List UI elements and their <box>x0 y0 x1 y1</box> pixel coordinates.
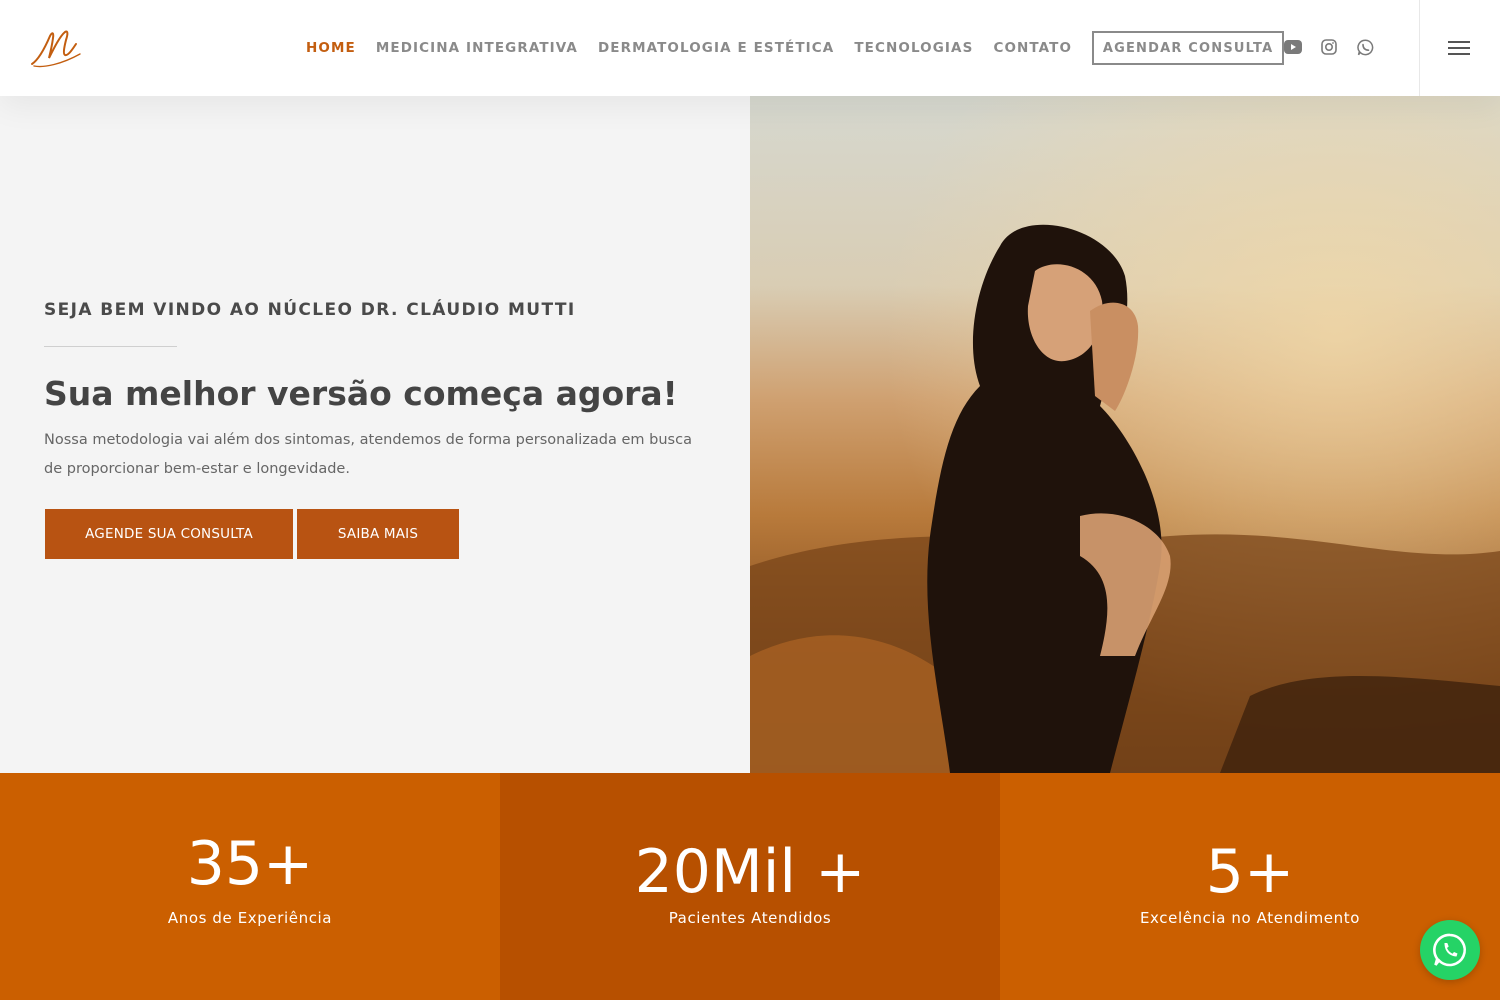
nav-item-tecnologias[interactable]: TECNOLOGIAS <box>854 40 973 56</box>
stat-value: 5+ <box>1205 837 1295 907</box>
hero-image <box>750 96 1500 773</box>
whatsapp-icon[interactable] <box>1354 36 1376 58</box>
schedule-appointment-button[interactable]: AGENDAR CONSULTA <box>1092 31 1285 65</box>
nav-item-home[interactable]: HOME <box>306 40 356 56</box>
learn-more-button[interactable]: SAIBA MAIS <box>297 509 459 559</box>
social-links <box>1282 36 1390 58</box>
youtube-icon[interactable] <box>1282 36 1304 58</box>
hero-title: Sua melhor versão começa agora! <box>44 374 678 413</box>
woman-in-hoodie-resting-at-sunset-photo <box>750 96 1500 773</box>
instagram-icon[interactable] <box>1318 36 1340 58</box>
hero-divider <box>44 346 177 347</box>
stat-patients-served: 20Mil + Pacientes Atendidos <box>500 773 1000 1000</box>
nav-item-medicina-integrativa[interactable]: MEDICINA INTEGRATIVA <box>376 40 578 56</box>
site-header: HOME MEDICINA INTEGRATIVA DERMATOLOGIA E… <box>0 0 1500 96</box>
hamburger-menu-icon[interactable] <box>1448 41 1470 55</box>
stat-years-experience: 35+ Anos de Experiência <box>0 773 500 1000</box>
stat-value: 35+ <box>186 829 314 899</box>
header-divider <box>1419 0 1420 96</box>
nav-item-contato[interactable]: CONTATO <box>993 40 1072 56</box>
stat-label: Excelência no Atendimento <box>1139 909 1360 927</box>
whatsapp-chat-icon[interactable] <box>1420 920 1480 980</box>
stat-label: Pacientes Atendidos <box>668 909 832 927</box>
book-consultation-button[interactable]: AGENDE SUA CONSULTA <box>45 509 293 559</box>
stat-label: Anos de Experiência <box>167 909 333 927</box>
logo[interactable] <box>28 24 84 70</box>
main-nav: HOME MEDICINA INTEGRATIVA DERMATOLOGIA E… <box>306 0 1285 96</box>
stat-value: 20Mil + <box>634 837 866 907</box>
hero-eyebrow: SEJA BEM VINDO AO NÚCLEO DR. CLÁUDIO MUT… <box>44 300 576 320</box>
nav-item-dermatologia-e-estetica[interactable]: DERMATOLOGIA E ESTÉTICA <box>598 40 834 56</box>
mutti-monogram-logo-icon <box>31 30 81 68</box>
hero-description: Nossa metodologia vai além dos sintomas,… <box>44 432 692 477</box>
